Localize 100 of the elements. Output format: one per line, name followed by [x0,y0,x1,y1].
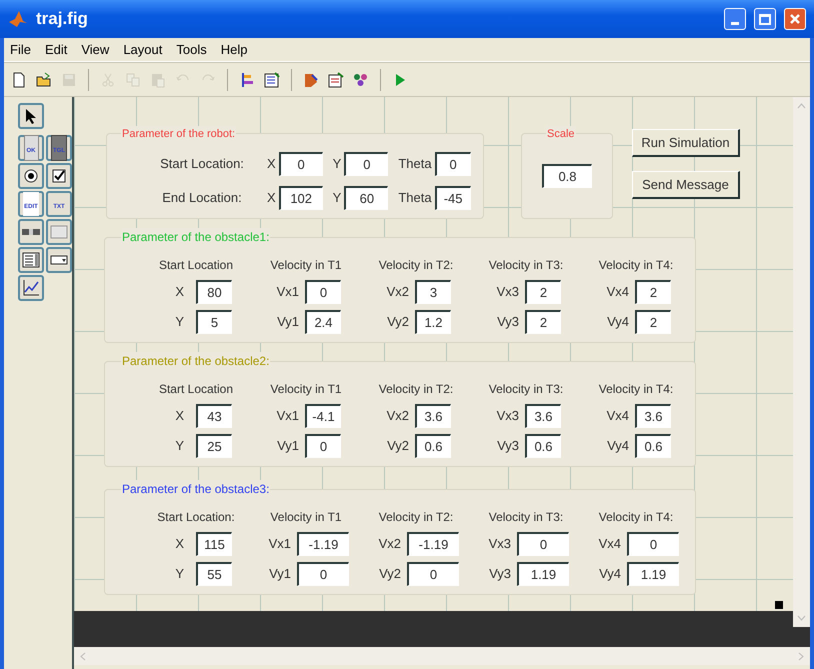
input-field[interactable]: 0.6 [525,434,561,458]
input-field[interactable]: 25 [196,434,232,458]
field-label: Vx4 [606,283,629,302]
column-heading: Velocity in T3: [488,381,564,398]
field-label: Vy3 [496,313,519,332]
input-field[interactable]: 2 [635,280,671,304]
field-label: Vy3 [488,565,511,584]
menu-item[interactable]: File [10,40,31,60]
field-label: Vy4 [606,313,629,332]
input-field[interactable]: 3 [415,280,451,304]
window-title: traj.fig [36,8,89,30]
menu-item[interactable]: Tools [176,40,207,60]
field-label: Start Location: [159,155,245,174]
field-label: Vx4 [598,535,621,554]
input-field[interactable]: 0 [305,434,341,458]
field-label: Vy3 [496,437,519,456]
logo-icon [8,10,28,28]
column-heading: Velocity in T3: [488,509,564,526]
pointer-tool-icon[interactable] [18,103,44,129]
resize-handle[interactable] [775,601,783,609]
menu-item[interactable]: Layout [123,40,162,60]
input-field[interactable]: 43 [196,404,232,428]
input-field[interactable]: 2.4 [305,310,341,334]
field-label: Vx4 [606,407,629,426]
column-heading: Velocity in T2: [378,257,454,274]
input-field[interactable]: 3.6 [635,404,671,428]
push-button[interactable]: Run Simulation [632,129,740,157]
input-field[interactable]: 1.2 [415,310,451,334]
input-field[interactable]: 0.6 [635,434,671,458]
input-field[interactable]: 0 [627,532,679,556]
input-field[interactable]: 0 [278,152,323,176]
column-heading: Velocity in T2: [378,509,454,526]
input-field[interactable]: 115 [196,532,232,556]
input-field[interactable]: -1.19 [297,532,349,556]
field-label: X [267,189,276,208]
close-icon [789,13,801,25]
column-heading: Velocity in T3: [488,257,564,274]
input-field[interactable]: -4.1 [305,404,341,428]
menu-item[interactable]: View [81,40,110,60]
listbox-tool-icon[interactable] [18,247,44,273]
input-field[interactable]: 60 [344,186,388,210]
field-label: Vy4 [606,437,629,456]
input-field[interactable]: 0 [297,562,349,586]
checkbox-tool-icon[interactable] [46,163,72,189]
close-button[interactable] [784,8,806,30]
field-label: X [174,283,184,302]
input-field[interactable]: 1.19 [627,562,679,586]
input-field[interactable]: 3.6 [415,404,451,428]
field-label: X [267,155,276,174]
maximize-button[interactable] [754,8,776,30]
minimize-button[interactable] [724,8,746,30]
column-heading: Velocity in T1 [270,509,342,526]
input-field[interactable]: 0 [344,152,388,176]
field-label: End Location: [161,189,243,208]
field-label: Vx3 [488,535,511,554]
push-button[interactable]: Send Message [632,171,740,199]
input-field[interactable]: 0 [434,152,471,176]
field-label: X [174,535,184,554]
field-label: Vx3 [496,283,519,302]
field-label: Vx1 [276,407,299,426]
input-field[interactable]: 0 [407,562,459,586]
field-label: Y [174,437,184,456]
field-label: Vx1 [268,535,291,554]
input-field[interactable]: 0 [517,532,569,556]
menu-editor-icon[interactable] [263,70,281,88]
field-label: X [174,407,184,426]
input-field[interactable]: 1.19 [517,562,569,586]
axes-tool-icon[interactable] [18,275,44,301]
input-field[interactable]: -45 [434,186,471,210]
menu-item[interactable]: Help [220,40,248,60]
field-label: Vy1 [276,437,299,456]
input-field[interactable]: 2 [525,280,561,304]
inspector-icon[interactable] [327,70,345,88]
input-field[interactable]: -1.19 [407,532,459,556]
column-heading: Velocity in T2: [378,381,454,398]
input-field[interactable]: 0 [305,280,341,304]
column-heading: Velocity in T1 [270,257,342,274]
radio-tool-icon[interactable] [18,163,44,189]
field-label: Vy2 [386,437,409,456]
input-field[interactable]: 2 [635,310,671,334]
column-heading: Velocity in T4: [598,509,674,526]
input-field[interactable]: 2 [525,310,561,334]
field-label: Vy1 [276,313,299,332]
input-field[interactable]: 55 [196,562,232,586]
input-field[interactable]: 80 [196,280,232,304]
input-field[interactable]: 0.8 [542,164,592,188]
field-label: Vx1 [276,283,299,302]
slider-tool-icon[interactable] [18,219,44,245]
column-heading: Velocity in T1 [270,381,342,398]
open-icon[interactable] [35,70,53,88]
field-label: Vy2 [378,565,401,584]
column-heading: Start Location: [157,509,235,526]
menu-item[interactable]: Edit [44,40,68,60]
field-label: Y [332,189,342,208]
input-field[interactable]: 3.6 [525,404,561,428]
popup-tool-icon[interactable] [46,247,72,273]
input-field[interactable]: 102 [278,186,323,210]
column-heading: Start Location [158,257,234,274]
input-field[interactable]: 5 [196,310,232,334]
input-field[interactable]: 0.6 [415,434,451,458]
